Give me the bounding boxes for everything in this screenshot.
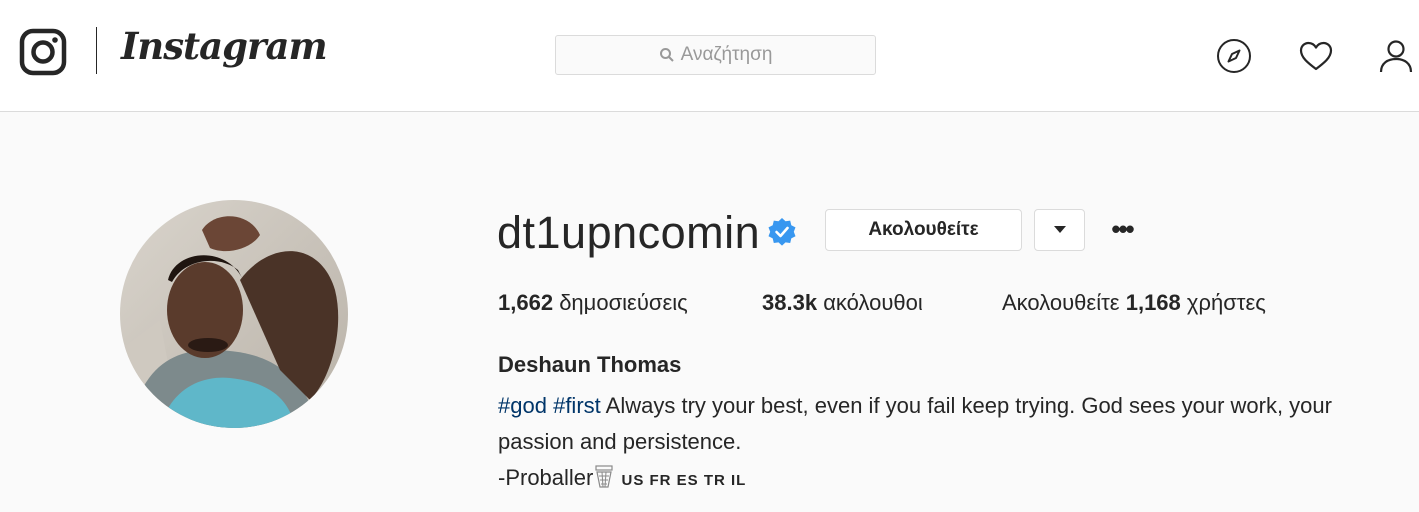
search-input[interactable]: Αναζήτηση xyxy=(555,35,876,75)
suggestions-dropdown-button[interactable] xyxy=(1034,209,1085,251)
profile-username: dt1upncomin xyxy=(497,207,761,258)
caret-down-icon xyxy=(1053,226,1066,233)
following-prefix: Ακολουθείτε xyxy=(1002,290,1120,315)
following-stat[interactable]: Ακολουθείτε 1,168 χρήστες xyxy=(1002,290,1266,316)
instagram-wordmark[interactable]: Instagram xyxy=(121,24,328,68)
basketball-hoop-icon xyxy=(595,465,613,488)
following-button[interactable]: Ακολουθείτε xyxy=(825,209,1022,251)
followers-count: 38.3k xyxy=(762,290,818,315)
country-flags: US FR ES TR IL xyxy=(621,472,747,489)
posts-count: 1,662 xyxy=(498,290,554,315)
compass-icon[interactable] xyxy=(1216,38,1252,74)
followers-stat[interactable]: 38.3k ακόλουθοι xyxy=(762,290,923,316)
followers-label: ακόλουθοι xyxy=(823,290,923,315)
profile-photo xyxy=(120,200,348,428)
profile-avatar[interactable] xyxy=(120,200,348,428)
hashtag-link[interactable]: #first xyxy=(553,393,601,418)
following-suffix: χρήστες xyxy=(1186,290,1266,315)
logo-divider xyxy=(96,27,97,74)
bio-signature: -Proballer xyxy=(498,465,594,490)
bio-text: Always try your best, even if you fail k… xyxy=(498,393,1332,454)
profile-bio: #god #first Always try your best, even i… xyxy=(498,388,1413,499)
heart-icon[interactable] xyxy=(1298,38,1334,74)
following-count: 1,168 xyxy=(1125,290,1181,315)
hashtag-link[interactable]: #god xyxy=(498,393,547,418)
top-navigation-bar: Instagram Αναζήτηση xyxy=(0,0,1419,112)
posts-stat: 1,662 δημοσιεύσεις xyxy=(498,290,688,316)
user-icon[interactable] xyxy=(1378,38,1414,74)
instagram-glyph-icon[interactable] xyxy=(19,28,67,76)
search-icon xyxy=(659,48,674,62)
profile-full-name: Deshaun Thomas xyxy=(498,352,682,377)
more-options-icon[interactable]: ••• xyxy=(1106,211,1138,247)
verified-badge-icon xyxy=(768,218,796,246)
posts-label: δημοσιεύσεις xyxy=(559,290,688,315)
search-placeholder: Αναζήτηση xyxy=(680,44,773,65)
